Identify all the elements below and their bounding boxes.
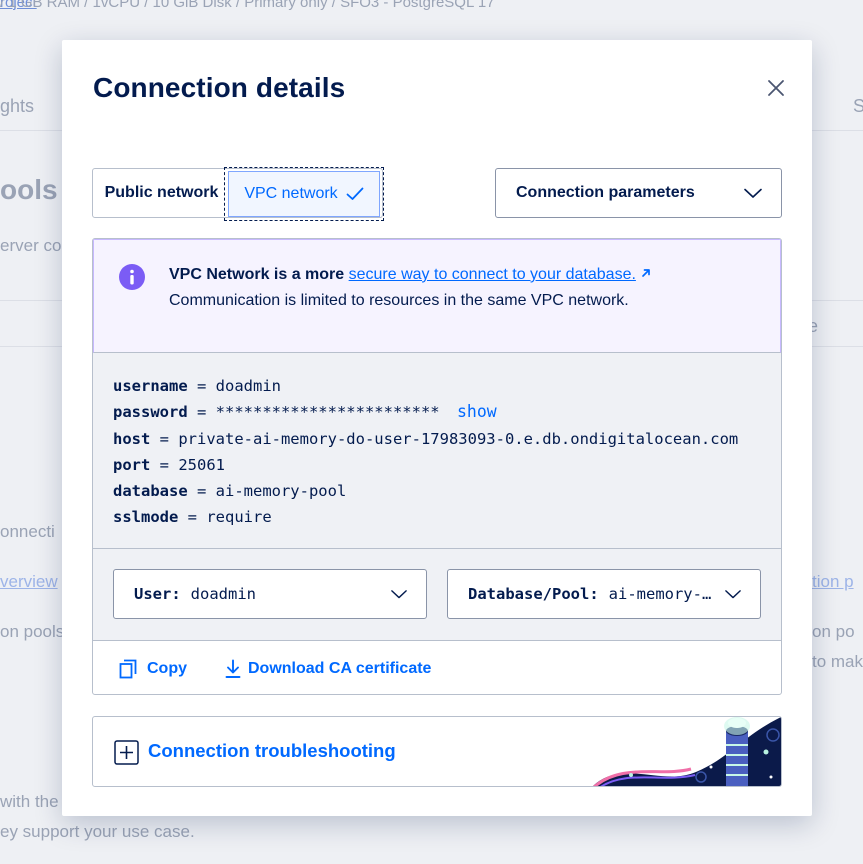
bg-heading-fragment: ools [0,174,58,205]
connection-troubleshooting-accordion[interactable]: Connection troubleshooting [92,716,782,787]
checkmark-icon [346,187,364,200]
show-password-button[interactable]: show [457,402,497,421]
download-ca-certificate-button[interactable]: Download CA certificate [225,659,431,679]
chevron-down-icon [744,188,762,198]
connection-format-value: Connection parameters [516,184,695,201]
close-icon [768,80,784,96]
bg-pools-fragment: on pools [0,622,65,641]
param-key: password [113,403,188,422]
info-line2: Communication is limited to resources in… [169,292,629,309]
chevron-down-icon [723,587,741,601]
connection-format-select[interactable]: Connection parameters [495,168,782,218]
param-value: doadmin [215,377,281,395]
param-sslmode: sslmode = require [113,508,272,527]
database-pool-select-value: ai-memory-… [608,585,712,603]
secure-connection-link[interactable]: secure way to connect to your database. [349,266,636,283]
bg-pool-link[interactable]: tion p [812,572,854,592]
bg-tab-fragment-right: S [853,96,863,116]
connection-details-modal: Connection details Public network VPC ne… [62,40,812,816]
bg-with-fragment: with the [0,792,59,811]
param-username: username = doadmin [113,377,281,395]
public-network-label: Public network [104,184,219,201]
user-select-value: doadmin [190,585,256,603]
modal-title: Connection details [93,72,346,103]
secure-connection-link-text: secure way to connect to your database. [348,266,636,283]
copy-button[interactable]: Copy [119,659,187,679]
param-value: ************************ [215,403,440,422]
chevron-down-icon [389,587,407,601]
external-link-icon [642,269,650,277]
plus-icon [114,740,139,765]
param-key: sslmode [113,508,179,527]
selector-row: User: doadmin Database/Pool: ai-memory-… [93,549,781,641]
param-value: private-ai-memory-do-user-17983093-0.e.d… [178,429,739,448]
param-value: ai-memory-pool [215,482,347,501]
vpc-network-label: VPC network [244,185,338,202]
actions-row: Copy Download CA certificate [93,641,781,694]
param-key: username [113,377,188,395]
user-select[interactable]: User: doadmin [113,569,427,619]
param-password: password = ************************ show [113,402,497,422]
param-key: port [113,455,151,474]
network-toggle: Public network VPC network [92,167,384,221]
vpc-network-tab[interactable]: VPC network [224,167,384,221]
param-port: port = 25061 [113,455,225,474]
bg-tab-fragment: ghts [0,96,35,116]
download-label: Download CA certificate [248,659,432,677]
info-message: VPC Network is a more secure way to conn… [169,262,652,314]
database-illustration-icon [593,717,781,786]
bg-support-fragment: ey support your use case. [0,822,195,841]
param-value: 25061 [178,455,225,474]
bg-text-fragment: erver co [0,236,62,255]
param-key: host [113,429,151,448]
vpc-info-banner: VPC Network is a more secure way to conn… [93,239,781,353]
download-icon [225,659,241,678]
connection-details-panel: VPC Network is a more secure way to conn… [92,238,782,695]
param-value: require [206,508,272,527]
bg-overview-link[interactable]: verview [0,572,58,592]
param-key: database [113,482,188,501]
copy-label: Copy [147,659,187,677]
connection-parameters-block: username = doadmin password = **********… [93,353,781,549]
user-select-label: User: [134,585,181,603]
close-button[interactable] [764,76,788,100]
database-pool-select-label: Database/Pool: [468,585,599,603]
copy-icon [119,659,137,678]
public-network-tab[interactable]: Public network [93,169,226,217]
breadcrumb-text: / 1 GB RAM / 1vCPU / 10 GiB Disk / Prima… [0,0,495,11]
database-pool-select[interactable]: Database/Pool: ai-memory-… [447,569,761,619]
bg-connections-fragment: onnecti [0,522,55,541]
bg-make-fragment: to mak [812,652,863,671]
info-icon [119,264,145,290]
param-database: database = ai-memory-pool [113,482,347,501]
bg-pools-right-fragment: on po [812,622,855,641]
troubleshooting-label: Connection troubleshooting [148,740,396,761]
info-lead: VPC Network is a more [169,266,349,283]
param-host: host = private-ai-memory-do-user-1798309… [113,429,739,448]
